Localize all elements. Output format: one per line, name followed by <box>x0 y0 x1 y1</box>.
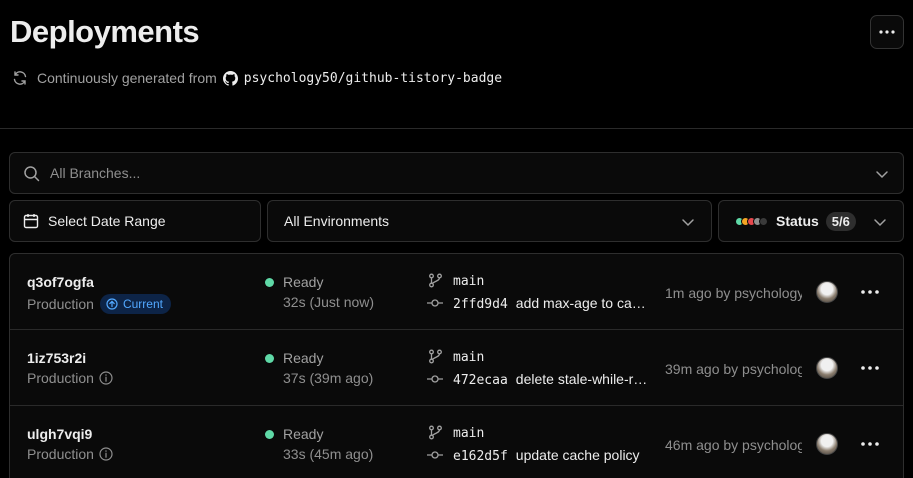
chevron-down-icon <box>682 219 694 227</box>
github-icon <box>222 70 238 86</box>
deployment-row[interactable]: ulgh7vqi9 Production Ready 33s (45m ago)… <box>10 406 903 478</box>
row-more-button[interactable] <box>859 434 881 454</box>
search-icon <box>24 166 40 182</box>
avatar[interactable] <box>816 357 838 379</box>
ellipsis-icon <box>879 30 895 34</box>
avatar[interactable] <box>816 433 838 455</box>
status-label: Status <box>776 213 819 229</box>
page-header: Deployments Continuously generated from … <box>0 0 913 129</box>
deployment-time: 1m ago by psychology50 <box>665 285 802 301</box>
avatar[interactable] <box>816 281 838 303</box>
commit-info[interactable]: 2ffd9d4 add max-age to cache policy <box>453 295 649 312</box>
deployment-environment: Production Current <box>27 294 171 314</box>
row-more-button[interactable] <box>859 282 881 302</box>
environment-name: Production <box>27 370 94 386</box>
branch-name[interactable]: main <box>453 274 484 289</box>
deployment-environment: Production <box>27 370 113 386</box>
commit-sha: 2ffd9d4 <box>453 297 508 312</box>
deployment-duration: 33s (45m ago) <box>283 446 374 462</box>
source-line: Continuously generated from psychology50… <box>12 68 502 88</box>
deployment-time: 39m ago by psychology50 <box>665 361 802 377</box>
current-badge: Current <box>99 294 171 314</box>
git-branch-icon <box>429 349 442 364</box>
chevron-down-icon <box>874 219 886 227</box>
deployment-row[interactable]: q3of7ogfa Production Current Ready 32s (… <box>10 254 903 330</box>
calendar-icon <box>23 214 39 229</box>
commit-info[interactable]: e162d5f update cache policy <box>453 447 649 464</box>
deployment-environment: Production <box>27 446 113 462</box>
ellipsis-icon <box>861 290 879 294</box>
deployment-duration: 32s (Just now) <box>283 294 375 310</box>
deployments-list: q3of7ogfa Production Current Ready 32s (… <box>9 253 904 478</box>
git-commit-icon <box>427 451 443 459</box>
status-filter[interactable]: Status 5/6 <box>718 200 904 242</box>
chevron-down-icon <box>876 171 888 179</box>
commit-message: delete stale-while-revalidate <box>515 371 649 387</box>
deployment-status: Ready <box>283 274 324 290</box>
status-count-badge: 5/6 <box>825 211 856 231</box>
git-commit-icon <box>427 375 443 383</box>
deployment-status: Ready <box>283 426 324 442</box>
source-prefix: Continuously generated from <box>37 70 217 86</box>
commit-sha: e162d5f <box>453 449 508 464</box>
ellipsis-icon <box>861 366 879 370</box>
arrow-up-circle-icon <box>106 298 118 310</box>
branch-name[interactable]: main <box>453 350 484 365</box>
git-branch-icon <box>429 425 442 440</box>
deployment-id[interactable]: 1iz753r2i <box>27 350 86 366</box>
date-range-button[interactable]: Select Date Range <box>9 200 261 242</box>
info-icon[interactable] <box>99 371 113 385</box>
commit-info[interactable]: 472ecaa delete stale-while-revalidate <box>453 371 649 388</box>
environment-name: Production <box>27 446 94 462</box>
repo-link[interactable]: psychology50/github-tistory-badge <box>244 71 502 86</box>
deployment-row[interactable]: 1iz753r2i Production Ready 37s (39m ago)… <box>10 330 903 406</box>
branch-name[interactable]: main <box>453 426 484 441</box>
git-commit-icon <box>427 299 443 307</box>
deployment-status: Ready <box>283 350 324 366</box>
ellipsis-icon <box>861 442 879 446</box>
info-icon[interactable] <box>99 447 113 461</box>
branch-search[interactable]: All Branches... <box>9 152 904 194</box>
row-more-button[interactable] <box>859 358 881 378</box>
commit-message: update cache policy <box>515 447 640 463</box>
commit-message: add max-age to cache policy <box>515 295 649 311</box>
status-dot <box>265 430 274 439</box>
deployment-duration: 37s (39m ago) <box>283 370 374 386</box>
status-dot <box>265 278 274 287</box>
sync-icon <box>13 71 27 85</box>
commit-sha: 472ecaa <box>453 373 508 388</box>
current-badge-label: Current <box>122 297 163 311</box>
git-branch-icon <box>429 273 442 288</box>
deployment-id[interactable]: q3of7ogfa <box>27 274 94 290</box>
date-range-label: Select Date Range <box>48 213 166 229</box>
more-options-button[interactable] <box>870 15 904 49</box>
deployment-time: 46m ago by psychology50 <box>665 437 802 453</box>
deployment-id[interactable]: ulgh7vqi9 <box>27 426 92 442</box>
environment-label: All Environments <box>284 213 390 229</box>
page-title: Deployments <box>10 14 200 49</box>
environment-select[interactable]: All Environments <box>267 200 712 242</box>
environment-name: Production <box>27 296 94 312</box>
status-dot <box>265 354 274 363</box>
status-color-dot <box>759 216 768 226</box>
status-dots <box>735 216 768 226</box>
search-input[interactable]: All Branches... <box>50 165 140 181</box>
